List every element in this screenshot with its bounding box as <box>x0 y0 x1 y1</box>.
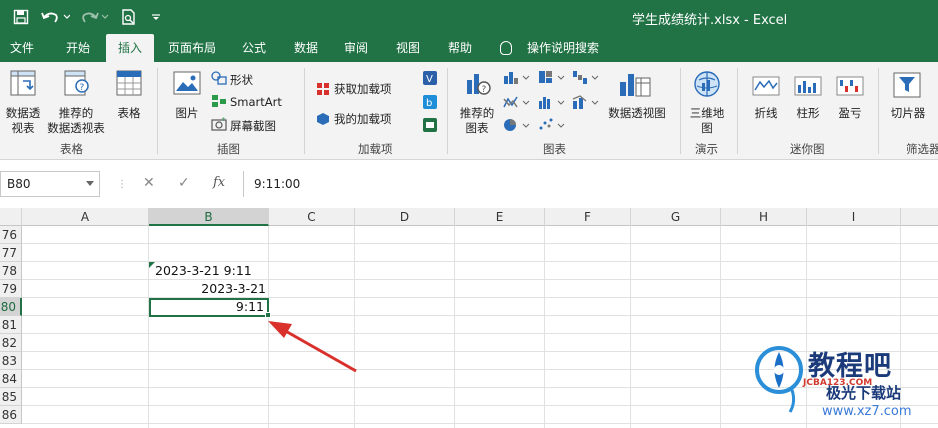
watermark-url: www.xz7.com <box>822 404 912 419</box>
watermark-logo-icon <box>752 340 806 423</box>
watermark-download: 极光下载站 <box>826 384 902 402</box>
